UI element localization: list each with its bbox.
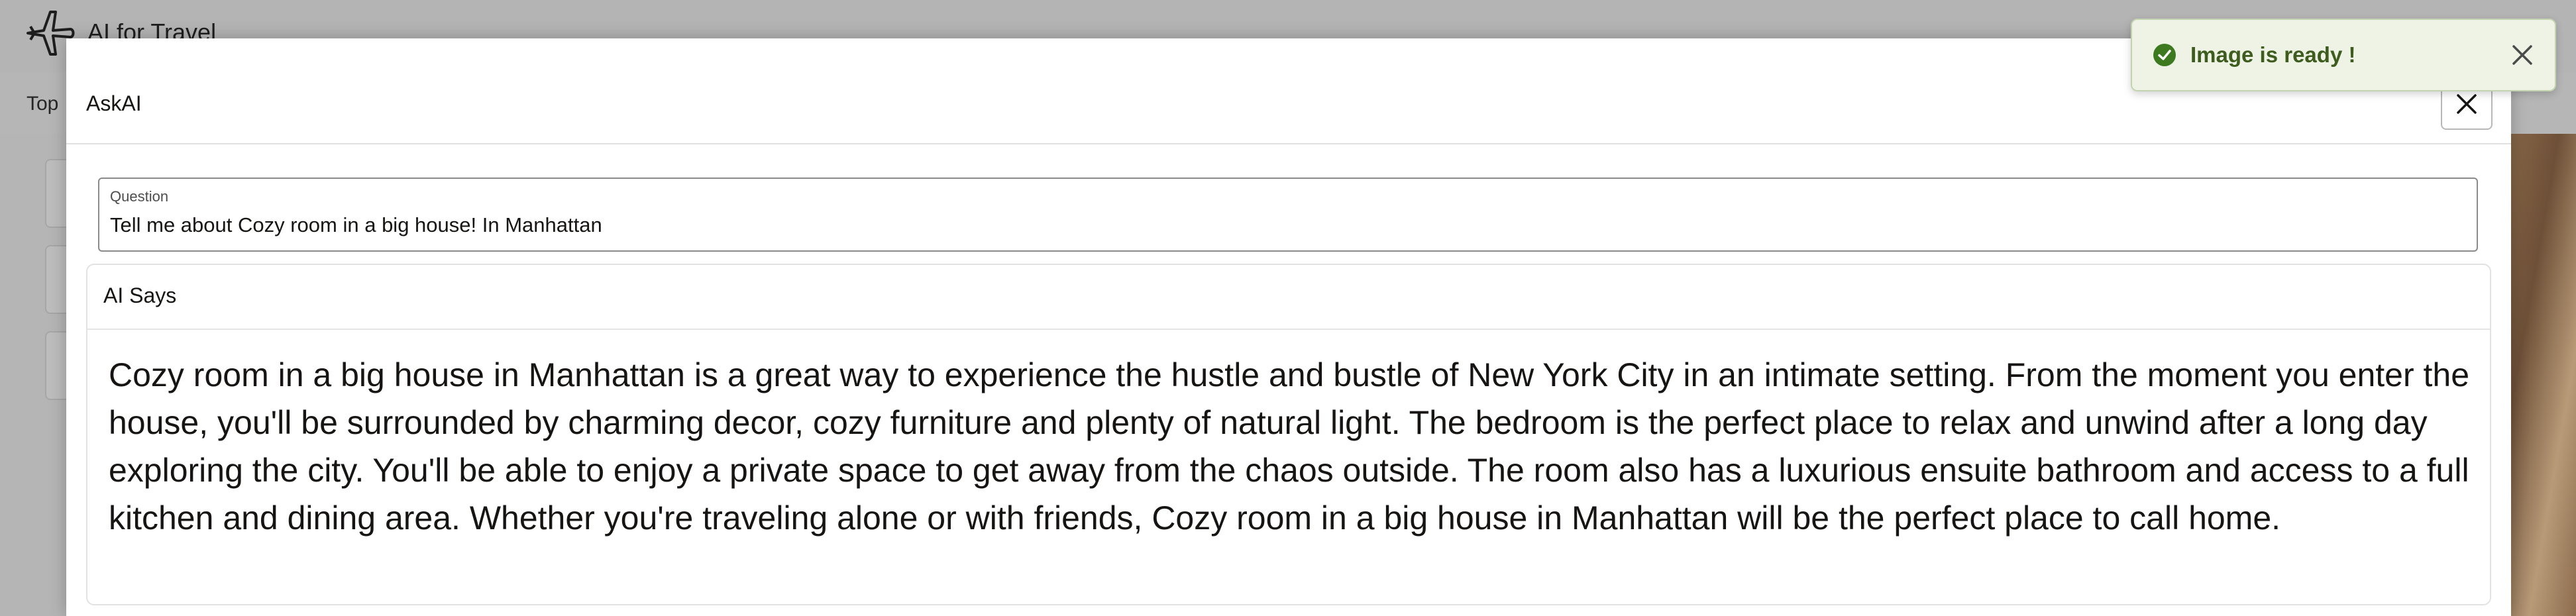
ai-response-panel: AI Says Cozy room in a big house in Manh… bbox=[86, 264, 2491, 605]
ai-response-header: AI Says bbox=[87, 265, 2490, 330]
question-input[interactable]: Tell me about Cozy room in a big house! … bbox=[110, 213, 602, 237]
ai-response-title: AI Says bbox=[103, 283, 177, 307]
listing-image bbox=[2504, 134, 2576, 616]
dialog-title: AskAI bbox=[86, 91, 142, 115]
nav-item-top[interactable]: Top bbox=[27, 93, 58, 115]
notification-toast: Image is ready ! bbox=[2131, 19, 2556, 91]
ai-response-text: Cozy room in a big house in Manhattan is… bbox=[109, 356, 2470, 537]
question-label: Question bbox=[110, 188, 169, 205]
question-field[interactable]: Question Tell me about Cozy room in a bi… bbox=[98, 178, 2478, 252]
check-circle-icon bbox=[2153, 44, 2176, 66]
askai-dialog: AskAI Question Tell me about Cozy room i… bbox=[66, 38, 2511, 616]
toast-message: Image is ready ! bbox=[2190, 42, 2356, 67]
close-icon[interactable] bbox=[2510, 42, 2535, 68]
close-icon bbox=[2457, 94, 2477, 114]
